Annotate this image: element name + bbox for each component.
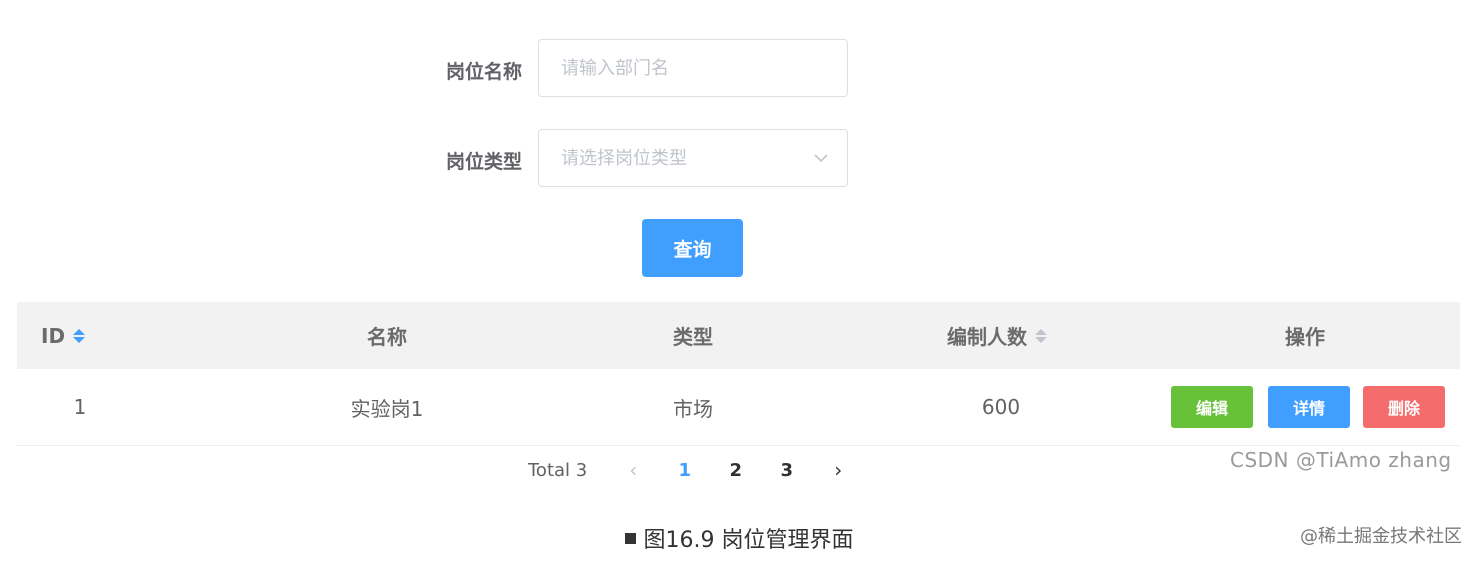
sort-descending-icon[interactable] bbox=[73, 336, 86, 343]
column-header-actions-label: 操作 bbox=[1285, 325, 1325, 349]
pagination: Total 3 ‹ 1 2 3 › bbox=[520, 452, 864, 488]
chevron-down-icon bbox=[814, 154, 828, 163]
sort-icon[interactable] bbox=[1035, 328, 1047, 343]
column-header-headcount[interactable]: 编制人数 bbox=[897, 302, 1097, 369]
column-header-actions: 操作 bbox=[1205, 302, 1405, 369]
detail-button[interactable]: 详情 bbox=[1268, 386, 1350, 428]
post-name-input-wrapper[interactable] bbox=[538, 39, 848, 97]
cell-type: 市场 bbox=[673, 396, 713, 421]
page-number[interactable]: 3 bbox=[761, 460, 812, 481]
column-header-type-label: 类型 bbox=[673, 325, 713, 349]
next-page-icon[interactable]: › bbox=[812, 458, 864, 482]
delete-button[interactable]: 删除 bbox=[1363, 386, 1445, 428]
sort-descending-icon[interactable] bbox=[1035, 336, 1047, 343]
column-header-headcount-label: 编制人数 bbox=[947, 325, 1027, 349]
sort-ascending-icon[interactable] bbox=[73, 328, 86, 335]
post-type-select[interactable] bbox=[538, 129, 848, 187]
query-button[interactable]: 查询 bbox=[642, 219, 743, 277]
csdn-watermark: CSDN @TiAmo zhang bbox=[1230, 448, 1452, 472]
page-number[interactable]: 2 bbox=[710, 460, 761, 481]
page-number[interactable]: 1 bbox=[659, 460, 710, 481]
juejin-watermark: @稀土掘金技术社区 bbox=[1300, 526, 1462, 547]
bullet-square-icon bbox=[624, 532, 636, 544]
pagination-total: Total 3 bbox=[528, 459, 588, 481]
edit-button[interactable]: 编辑 bbox=[1171, 386, 1253, 428]
column-header-name-label: 名称 bbox=[367, 325, 407, 349]
figure-caption-text: 图16.9 岗位管理界面 bbox=[643, 528, 854, 553]
post-type-select-input[interactable] bbox=[539, 130, 801, 186]
post-name-input[interactable] bbox=[539, 40, 801, 96]
column-header-id-label: ID bbox=[41, 323, 66, 348]
table-row: 1 实验岗1 市场 600 编辑 详情 删除 bbox=[17, 369, 1460, 446]
prev-page-icon[interactable]: ‹ bbox=[607, 458, 659, 482]
figure-caption: 图16.9 岗位管理界面 bbox=[0, 522, 1478, 554]
column-header-type: 类型 bbox=[593, 302, 793, 369]
post-table: ID 名称 类型 编制人数 操作 1 实验岗1 市场 600 编辑 详情 删除 bbox=[17, 302, 1460, 446]
cell-headcount: 600 bbox=[981, 395, 1021, 419]
column-header-id[interactable]: ID bbox=[41, 302, 111, 369]
column-header-name: 名称 bbox=[287, 302, 487, 369]
cell-id: 1 bbox=[73, 395, 87, 419]
cell-name: 实验岗1 bbox=[350, 396, 424, 421]
sort-icon[interactable] bbox=[73, 328, 86, 343]
post-name-label: 岗位名称 bbox=[445, 61, 522, 83]
post-type-label: 岗位类型 bbox=[445, 151, 522, 173]
table-header: ID 名称 类型 编制人数 操作 bbox=[17, 302, 1460, 369]
sort-ascending-icon[interactable] bbox=[1035, 328, 1047, 335]
